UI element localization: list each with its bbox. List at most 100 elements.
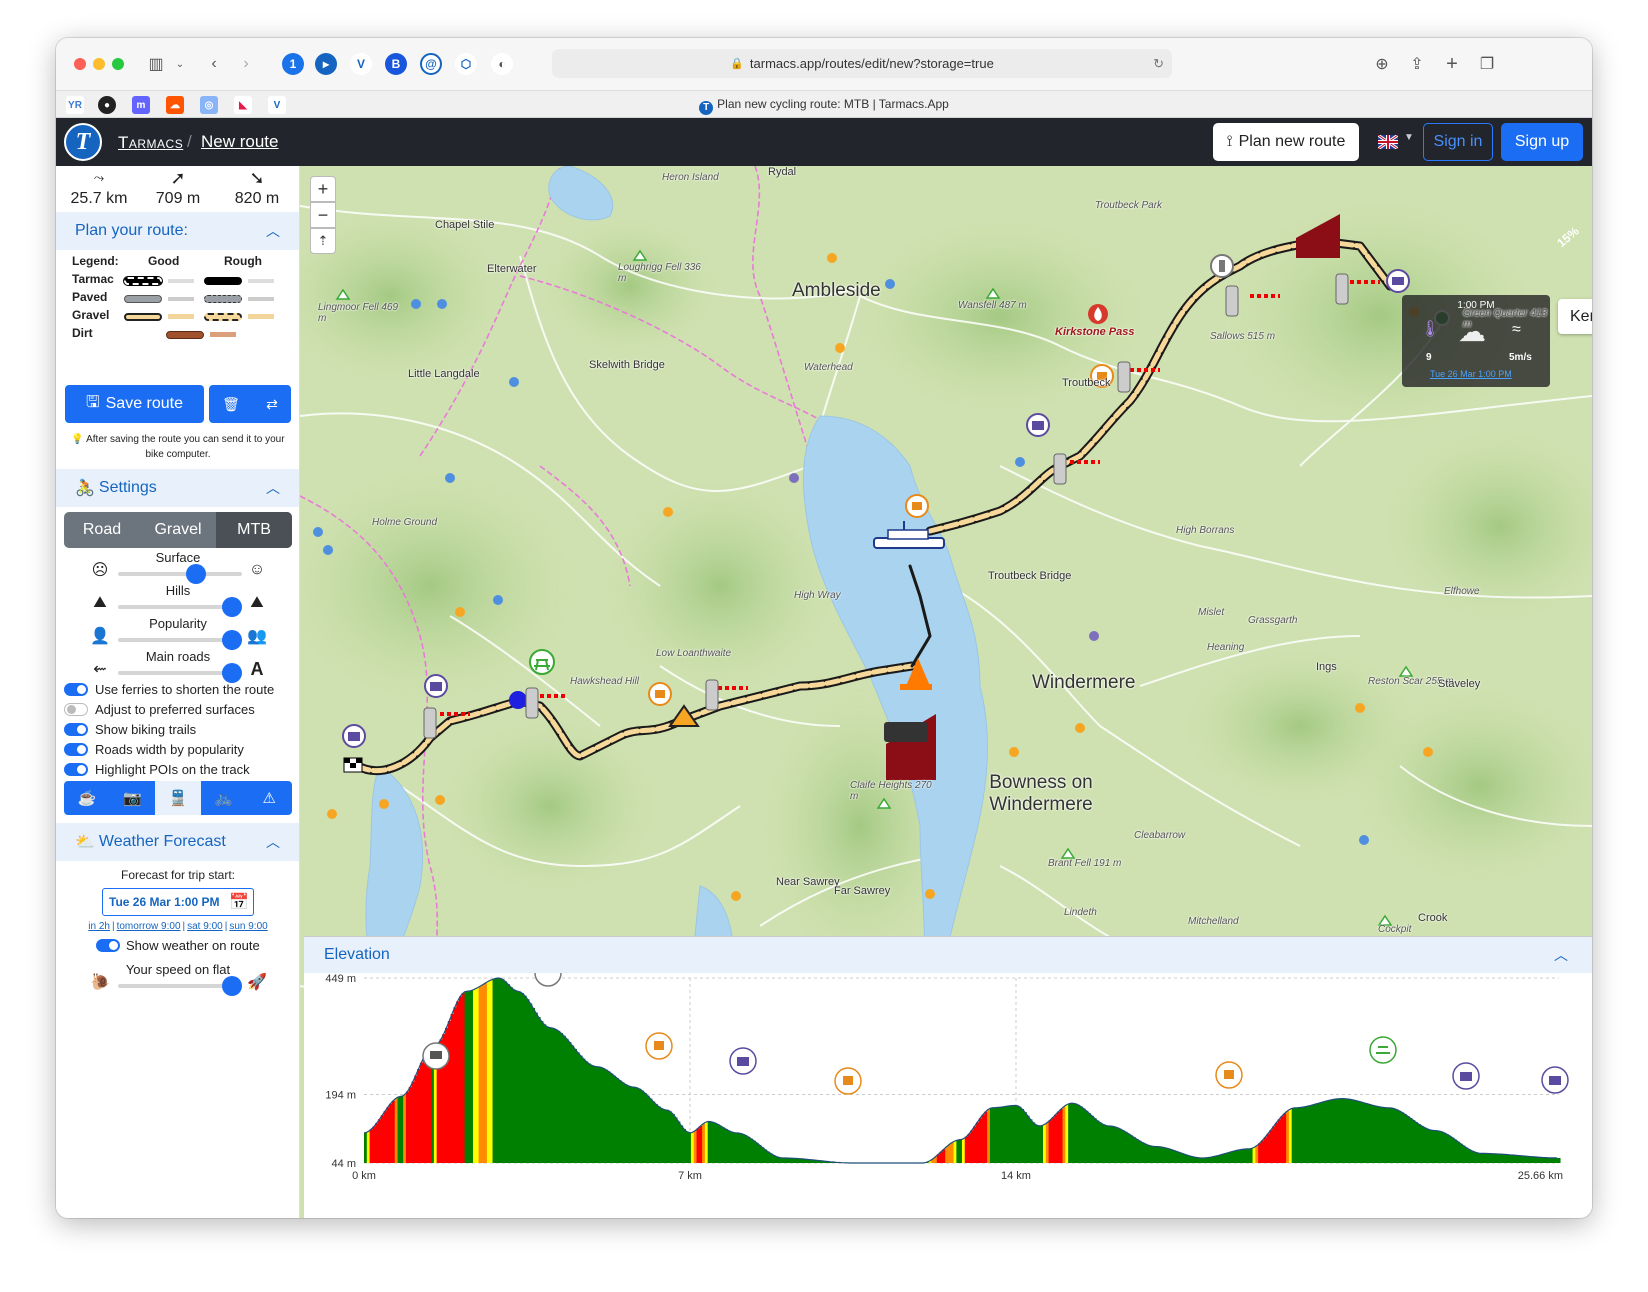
zoom-in-button[interactable]: + (310, 176, 336, 202)
weather-icon: ⛅ (75, 834, 95, 851)
preferred-surfaces-toggle[interactable] (64, 703, 88, 716)
arrow-up-right-icon: ➚ (170, 168, 186, 188)
password-extension-icon[interactable]: 1 (282, 53, 304, 75)
elevation-header[interactable]: Elevation ︿ (304, 937, 1592, 973)
bplus-extension-icon[interactable]: B (385, 53, 407, 75)
plan-new-route-button[interactable]: ⟟ Plan new route (1213, 123, 1359, 161)
save-route-button[interactable]: 🖫 Save route (65, 385, 204, 423)
map-label: Crook (1418, 912, 1448, 924)
compass-icon[interactable]: ⇡ (310, 228, 336, 254)
weather-temp: 9 (1426, 352, 1432, 363)
cube-extension-icon[interactable]: ⬡ (455, 53, 477, 75)
settings-section-header[interactable]: 🚴 Settings ︿ (56, 469, 299, 507)
surface-slider-handle[interactable] (186, 564, 206, 584)
download-icon[interactable]: ⊕ (1370, 52, 1394, 76)
roads-width-toggle[interactable] (64, 743, 88, 756)
map-label: Green Quarter 413 m (1463, 308, 1547, 330)
quick-link-tomorrow[interactable]: tomorrow 9:00 (117, 921, 181, 932)
back-icon[interactable]: ‹ (202, 52, 226, 76)
arrow-down-right-icon: ➘ (249, 168, 265, 188)
bike-type-road[interactable]: Road (64, 512, 140, 548)
maximize-window-button[interactable] (112, 58, 124, 70)
chevron-down-icon[interactable]: ⌄ (168, 52, 192, 76)
surface-slider[interactable] (118, 564, 242, 584)
biking-trails-toggle[interactable] (64, 723, 88, 736)
chevron-up-icon[interactable]: ︿ (266, 832, 280, 852)
sign-up-button[interactable]: Sign up (1501, 123, 1583, 161)
zoom-out-button[interactable]: − (310, 202, 336, 228)
sign-in-button[interactable]: Sign in (1423, 123, 1493, 161)
weather-on-route-toggle[interactable] (96, 939, 120, 952)
map-label: Brant Fell 191 m (1048, 858, 1122, 869)
address-bar[interactable]: 🔒 tarmacs.app/routes/edit/new?storage=tr… (552, 49, 1172, 78)
warning-icon[interactable]: ⚠ (246, 781, 292, 815)
map-label: Mislet (1198, 607, 1225, 618)
plan-section-header[interactable]: Plan your route: ︿ (56, 212, 299, 250)
map-label: Lingmoor Fell 469 m (318, 302, 399, 324)
ascent-stat: ➚ 709 m (138, 166, 218, 208)
minimize-window-button[interactable] (93, 58, 105, 70)
map-label: Windermere (1032, 672, 1136, 693)
ferries-toggle[interactable] (64, 683, 88, 696)
bicycle-icon[interactable]: 🚲 (201, 781, 247, 815)
highlight-pois-toggle[interactable] (64, 763, 88, 776)
map-label: Ings (1316, 661, 1337, 673)
brand-link[interactable]: Tarmacs (118, 133, 183, 153)
calendar-icon[interactable]: 📅 (229, 892, 249, 912)
hills-slider-handle[interactable] (222, 597, 242, 617)
weather-section-header[interactable]: ⛅ Weather Forecast ︿ (56, 823, 299, 861)
single-person-icon: 👤 (90, 628, 110, 645)
camera-icon[interactable]: 📷 (110, 781, 156, 815)
lock-extension-icon[interactable]: @ (420, 53, 442, 75)
forecast-label: Forecast for trip start: (120, 868, 236, 882)
place-search-box[interactable]: Kentmere, Kendal, Englar (1558, 299, 1592, 334)
forward-icon[interactable]: › (234, 52, 258, 76)
map-label: Staveley (1438, 678, 1481, 690)
speed-slider[interactable] (118, 976, 242, 996)
rocket-icon: 🚀 (247, 974, 267, 991)
main-roads-slider-handle[interactable] (222, 663, 242, 683)
popularity-slider[interactable] (118, 630, 242, 650)
breadcrumb-new-route[interactable]: New route (201, 132, 278, 152)
legend-rough-label: Rough (224, 254, 262, 268)
chevron-up-icon[interactable]: ︿ (1554, 945, 1568, 965)
ferries-toggle-label: Use ferries to shorten the route (95, 682, 275, 697)
cafe-icon[interactable]: ☕ (64, 781, 110, 815)
train-icon[interactable]: 🚆 (155, 781, 201, 815)
quick-link-sat[interactable]: sat 9:00 (187, 921, 223, 932)
highlight-pois-toggle-label: Highlight POIs on the track (95, 762, 250, 777)
main-roads-slider[interactable] (118, 663, 242, 683)
elevation-x-label: 14 km (1001, 1170, 1031, 1182)
active-tab[interactable]: T Plan new cycling route: MTB | Tarmacs.A… (56, 97, 1592, 115)
chevron-up-icon[interactable]: ︿ (266, 221, 280, 241)
popularity-slider-label: Popularity (149, 616, 207, 631)
tabs-overview-icon[interactable]: ❐ (1475, 52, 1499, 76)
bike-type-gravel[interactable]: Gravel (140, 512, 216, 548)
bike-type-mtb[interactable]: MTB (216, 512, 292, 548)
plan-new-route-label: Plan new route (1238, 133, 1346, 150)
popularity-slider-handle[interactable] (222, 630, 242, 650)
vee-extension-icon[interactable]: V (350, 53, 372, 75)
shield-icon[interactable]: ◐ (491, 53, 513, 75)
hills-slider[interactable] (118, 597, 242, 617)
uk-flag-icon[interactable] (1378, 135, 1398, 149)
quick-link-sun[interactable]: sun 9:00 (229, 921, 267, 932)
trash-icon[interactable]: 🗑 (222, 396, 240, 413)
reload-icon[interactable]: ↻ (1153, 56, 1164, 72)
language-dropdown-icon[interactable]: ▼ (1404, 132, 1414, 143)
quick-link-in-2h[interactable]: in 2h (88, 921, 110, 932)
reverse-route-icon[interactable]: ⇄ (266, 396, 278, 413)
forecast-date-picker[interactable]: Tue 26 Mar 1:00 PM 📅 (102, 888, 254, 916)
close-window-button[interactable] (74, 58, 86, 70)
speed-slider-handle[interactable] (222, 976, 242, 996)
map-label: Bowness on Windermere (989, 772, 1093, 815)
map-label: Holme Ground (372, 517, 438, 528)
new-tab-icon[interactable]: + (1440, 52, 1464, 76)
tarmacs-logo[interactable]: T (64, 123, 102, 161)
chevron-up-icon[interactable]: ︿ (266, 478, 280, 498)
legend-label: Legend: (72, 254, 119, 268)
share-icon[interactable]: ⇪ (1405, 52, 1429, 76)
weather-date-link[interactable]: Tue 26 Mar 1:00 PM (1430, 369, 1512, 379)
play-extension-icon[interactable]: ▸ (315, 53, 337, 75)
sidebar-icon[interactable]: ▥ (144, 52, 168, 76)
